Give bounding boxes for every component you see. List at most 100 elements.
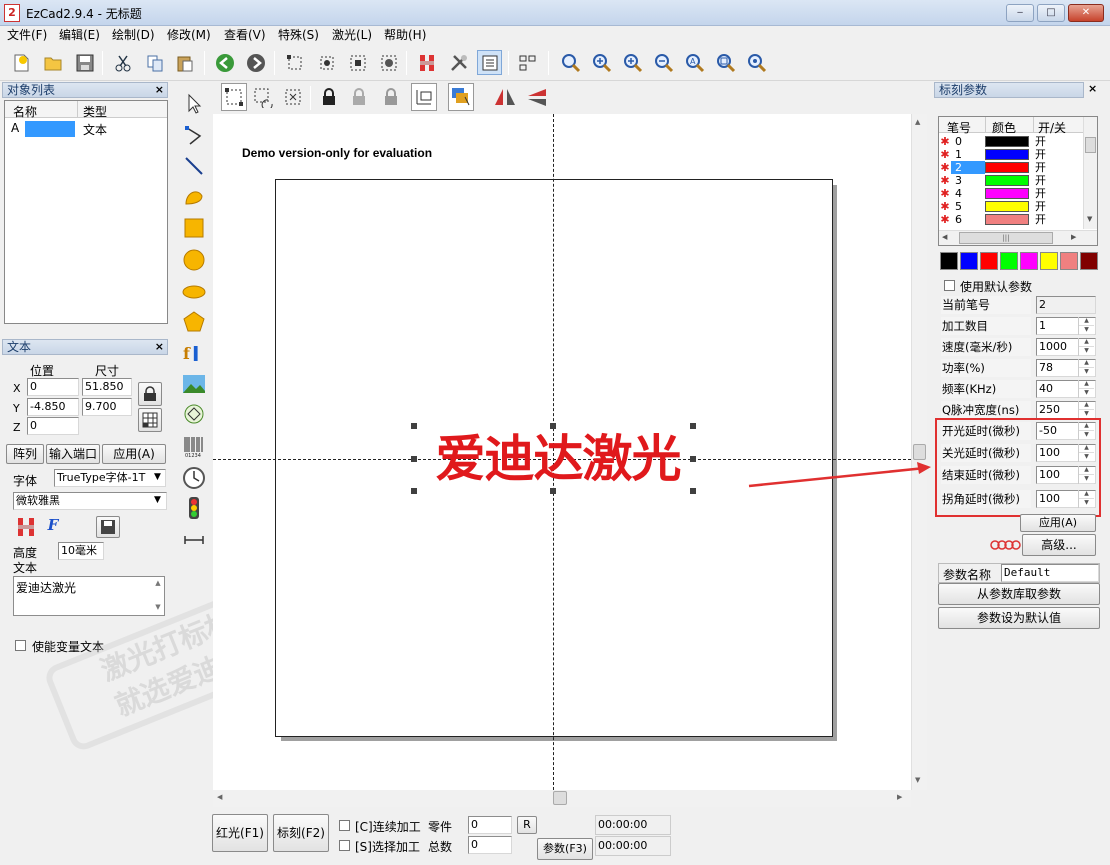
- ellipse-icon[interactable]: [182, 280, 206, 304]
- pen-list-hscroll-thumb[interactable]: |||: [959, 232, 1053, 244]
- open-folder-icon[interactable]: [40, 50, 65, 75]
- vertical-scrollbar[interactable]: ▲ ▼: [911, 114, 927, 790]
- select-arrow-icon[interactable]: [182, 92, 206, 116]
- spin-up-icon[interactable]: ▲: [1079, 380, 1094, 389]
- pen-row[interactable]: ✱ 4 开: [939, 187, 1083, 200]
- spin-buttons[interactable]: ▲ ▼: [1078, 338, 1094, 356]
- mirror-vertical-icon[interactable]: [524, 83, 550, 111]
- reset-button[interactable]: R: [517, 816, 537, 834]
- spin-buttons[interactable]: ▲ ▼: [1078, 401, 1094, 419]
- column-type[interactable]: 类型: [83, 103, 107, 120]
- spin-down-icon[interactable]: ▼: [1079, 368, 1094, 377]
- text-tool-icon[interactable]: fI: [182, 340, 206, 366]
- close-icon[interactable]: ×: [155, 83, 164, 97]
- array-button[interactable]: 阵列: [6, 444, 44, 464]
- pen-row[interactable]: ✱ 6 开: [939, 213, 1083, 226]
- apply-button[interactable]: 应用(A): [102, 444, 166, 464]
- mirror-horizontal-icon[interactable]: [492, 83, 518, 111]
- palette-swatch[interactable]: [1080, 252, 1098, 270]
- unlock-all-icon[interactable]: [378, 83, 404, 111]
- selected-checkbox[interactable]: [339, 840, 350, 851]
- select-rotate-icon[interactable]: [250, 83, 276, 111]
- menu-laser[interactable]: 激光(L): [329, 27, 375, 44]
- set-as-default-button[interactable]: 参数设为默认值: [938, 607, 1100, 629]
- scroll-down-icon[interactable]: ▼: [1087, 215, 1092, 223]
- back-arrow-icon[interactable]: [212, 50, 237, 75]
- variable-text-checkbox[interactable]: [15, 640, 26, 651]
- circle-icon[interactable]: [182, 248, 206, 272]
- scroll-right-icon[interactable]: ▶: [1071, 233, 1076, 241]
- selection-handle[interactable]: [411, 456, 417, 462]
- z-position-field[interactable]: 0: [27, 417, 79, 435]
- pen-row[interactable]: ✱ 3 开: [939, 174, 1083, 187]
- node-select-icon[interactable]: [314, 50, 339, 75]
- curve-edit-icon[interactable]: [182, 124, 206, 148]
- save-text-button[interactable]: [96, 516, 120, 538]
- height-size-field[interactable]: 9.700: [82, 398, 132, 416]
- menu-file[interactable]: 文件(F): [4, 27, 50, 44]
- close-button[interactable]: ✕: [1068, 4, 1104, 22]
- object-list[interactable]: 名称 类型 A 文本: [4, 100, 168, 324]
- font-type-select[interactable]: TrueType字体-1T: [54, 469, 166, 487]
- selection-handle[interactable]: [411, 488, 417, 494]
- close-icon[interactable]: ×: [155, 340, 164, 354]
- use-default-checkbox[interactable]: [944, 280, 955, 291]
- selection-handle[interactable]: [550, 488, 556, 494]
- chevron-down-icon[interactable]: ▼: [154, 472, 161, 482]
- palette-swatch[interactable]: [940, 252, 958, 270]
- scroll-left-icon[interactable]: ◀: [942, 233, 947, 241]
- polygon-icon[interactable]: [182, 310, 206, 334]
- menu-help[interactable]: 帮助(H): [381, 27, 429, 44]
- menu-draw[interactable]: 绘制(D): [109, 27, 158, 44]
- pen-list-hscroll[interactable]: ◀ ||| ▶: [939, 230, 1097, 245]
- node-edit-icon[interactable]: [282, 50, 307, 75]
- snap-object-icon[interactable]: [448, 83, 474, 111]
- height-field[interactable]: 10毫米: [58, 542, 104, 560]
- red-light-button[interactable]: 红光(F1): [212, 814, 268, 852]
- text-scrollbar[interactable]: ▲ ▼: [152, 577, 164, 615]
- column-pen[interactable]: 笔号: [947, 119, 971, 136]
- hatch-icon[interactable]: [414, 50, 439, 75]
- zoom-selected-icon[interactable]: [744, 50, 769, 75]
- input-port-button[interactable]: 输入端口: [46, 444, 100, 464]
- pen-row[interactable]: ✱ 5 开: [939, 200, 1083, 213]
- param-name-field[interactable]: Default: [1001, 564, 1099, 582]
- params-button[interactable]: 参数(F3): [537, 838, 593, 860]
- marking-text-object[interactable]: 爱迪达激光: [418, 427, 698, 491]
- unlock-icon[interactable]: [346, 83, 372, 111]
- selection-handle[interactable]: [550, 423, 556, 429]
- zoom-in-icon[interactable]: [589, 50, 614, 75]
- select-invert-icon[interactable]: [280, 83, 306, 111]
- column-color[interactable]: 颜色: [992, 119, 1016, 136]
- palette-swatch[interactable]: [960, 252, 978, 270]
- spin-up-icon[interactable]: ▲: [1079, 338, 1094, 347]
- drawing-canvas[interactable]: Demo version-only for evaluation 爱迪达激光: [213, 114, 911, 790]
- maximize-button[interactable]: □: [1037, 4, 1065, 22]
- anchor-grid-button[interactable]: [138, 408, 162, 432]
- lock-ratio-button[interactable]: [138, 382, 162, 406]
- snap-grid-icon[interactable]: [411, 83, 437, 111]
- text-content-field[interactable]: 爱迪达激光 ▲ ▼: [13, 576, 165, 616]
- menu-special[interactable]: 特殊(S): [275, 27, 322, 44]
- column-name[interactable]: 名称: [13, 103, 37, 120]
- pen-list-vscroll[interactable]: ▼: [1083, 117, 1097, 229]
- selection-handle[interactable]: [690, 423, 696, 429]
- scroll-down-icon[interactable]: ▼: [915, 776, 920, 784]
- zoom-all-icon[interactable]: A: [682, 50, 707, 75]
- load-from-library-button[interactable]: 从参数库取参数: [938, 583, 1100, 605]
- vector-file-icon[interactable]: [182, 402, 206, 426]
- vertical-scroll-thumb[interactable]: [913, 444, 926, 460]
- curve-icon[interactable]: [182, 184, 206, 208]
- ungroup-icon[interactable]: [376, 50, 401, 75]
- palette-swatch[interactable]: [1020, 252, 1038, 270]
- menu-edit[interactable]: 编辑(E): [56, 27, 103, 44]
- palette-swatch[interactable]: [1000, 252, 1018, 270]
- parts-field[interactable]: 0: [468, 816, 512, 834]
- copy-icon[interactable]: [142, 50, 167, 75]
- pen-list-vscroll-thumb[interactable]: [1085, 137, 1096, 153]
- spin-buttons[interactable]: ▲ ▼: [1078, 359, 1094, 377]
- y-position-field[interactable]: -4.850: [27, 398, 79, 416]
- menu-view[interactable]: 查看(V): [221, 27, 269, 44]
- scroll-left-icon[interactable]: ◀: [217, 793, 222, 801]
- spin-buttons[interactable]: ▲ ▼: [1078, 317, 1094, 335]
